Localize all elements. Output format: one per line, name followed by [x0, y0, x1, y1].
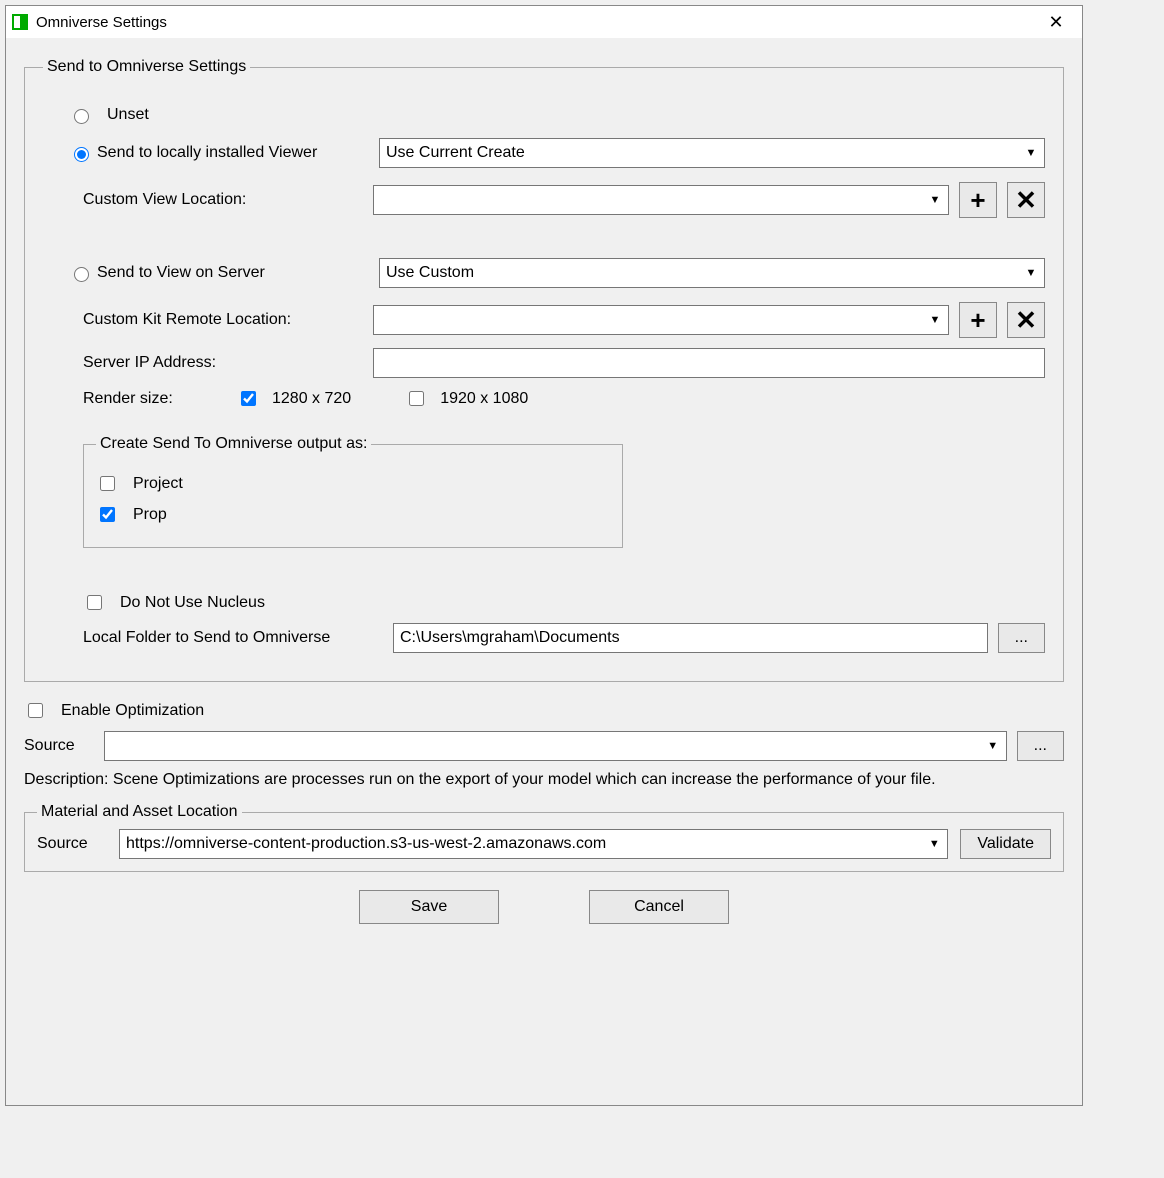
material-legend: Material and Asset Location [37, 803, 242, 821]
unset-label: Unset [107, 106, 149, 124]
server-select-value: Use Custom [386, 264, 474, 282]
send-server-radio[interactable] [74, 267, 89, 282]
browse-opt-source-button[interactable]: ... [1017, 731, 1064, 761]
add-kit-button[interactable]: + [959, 302, 997, 338]
titlebar: Omniverse Settings ✕ [6, 6, 1082, 38]
render-720-label: 1280 x 720 [272, 390, 351, 408]
render-1080-label: 1920 x 1080 [440, 390, 528, 408]
enable-optimization-label: Enable Optimization [61, 702, 204, 720]
add-view-loc-button[interactable]: + [959, 182, 997, 218]
opt-source-label: Source [24, 737, 94, 755]
local-viewer-select[interactable]: Use Current Create ▼ [379, 138, 1045, 168]
opt-source-select[interactable]: ▼ [104, 731, 1007, 761]
local-folder-input[interactable] [393, 623, 988, 653]
output-prop-checkbox[interactable] [100, 507, 115, 522]
custom-kit-label: Custom Kit Remote Location: [83, 311, 363, 329]
local-viewer-value: Use Current Create [386, 144, 525, 162]
chevron-down-icon[interactable]: ▼ [924, 308, 946, 332]
remove-view-loc-button[interactable]: ✕ [1007, 182, 1045, 218]
ellipsis-icon: ... [1015, 629, 1028, 647]
render-size-label: Render size: [83, 390, 213, 408]
ellipsis-icon: ... [1034, 737, 1047, 755]
local-folder-label: Local Folder to Send to Omniverse [83, 629, 383, 647]
chevron-down-icon[interactable]: ▼ [923, 832, 945, 856]
no-nucleus-checkbox[interactable] [87, 595, 102, 610]
output-as-group: Create Send To Omniverse output as: Proj… [83, 435, 623, 548]
app-icon [12, 14, 28, 30]
unset-radio[interactable] [74, 109, 89, 124]
chevron-down-icon[interactable]: ▼ [924, 188, 946, 212]
browse-local-folder-button[interactable]: ... [998, 623, 1045, 653]
server-ip-label: Server IP Address: [83, 354, 363, 372]
output-prop-label: Prop [133, 506, 167, 524]
chevron-down-icon[interactable]: ▼ [1020, 261, 1042, 285]
material-group: Material and Asset Location Source https… [24, 803, 1064, 872]
send-settings-legend: Send to Omniverse Settings [43, 58, 250, 76]
plus-icon: + [970, 307, 985, 333]
send-local-label: Send to locally installed Viewer [97, 144, 317, 162]
chevron-down-icon[interactable]: ▼ [1020, 141, 1042, 165]
window-body: Send to Omniverse Settings Unset Send to… [6, 38, 1082, 1105]
optimization-description: Description: Scene Optimizations are pro… [24, 771, 1064, 789]
output-project-label: Project [133, 475, 183, 493]
cancel-button[interactable]: Cancel [589, 890, 729, 924]
output-as-legend: Create Send To Omniverse output as: [96, 435, 371, 453]
material-source-label: Source [37, 835, 107, 853]
save-button[interactable]: Save [359, 890, 499, 924]
window-title: Omniverse Settings [36, 14, 1036, 31]
x-icon: ✕ [1015, 187, 1037, 213]
custom-view-loc-combo[interactable]: ▼ [373, 185, 949, 215]
render-1080-checkbox[interactable] [409, 391, 424, 406]
enable-optimization-checkbox[interactable] [28, 703, 43, 718]
custom-kit-combo[interactable]: ▼ [373, 305, 949, 335]
no-nucleus-label: Do Not Use Nucleus [120, 594, 265, 612]
send-server-label: Send to View on Server [97, 264, 265, 282]
send-local-radio[interactable] [74, 147, 89, 162]
plus-icon: + [970, 187, 985, 213]
settings-window: Omniverse Settings ✕ Send to Omniverse S… [5, 5, 1083, 1106]
output-project-checkbox[interactable] [100, 476, 115, 491]
validate-button[interactable]: Validate [960, 829, 1051, 859]
custom-view-loc-label: Custom View Location: [83, 191, 363, 209]
server-ip-input[interactable] [373, 348, 1045, 378]
material-source-select[interactable]: https://omniverse-content-production.s3-… [119, 829, 948, 859]
server-select[interactable]: Use Custom ▼ [379, 258, 1045, 288]
remove-kit-button[interactable]: ✕ [1007, 302, 1045, 338]
material-source-value: https://omniverse-content-production.s3-… [126, 835, 606, 853]
x-icon: ✕ [1015, 307, 1037, 333]
send-settings-group: Send to Omniverse Settings Unset Send to… [24, 58, 1064, 682]
chevron-down-icon[interactable]: ▼ [982, 734, 1004, 758]
close-icon[interactable]: ✕ [1036, 8, 1076, 36]
render-720-checkbox[interactable] [241, 391, 256, 406]
